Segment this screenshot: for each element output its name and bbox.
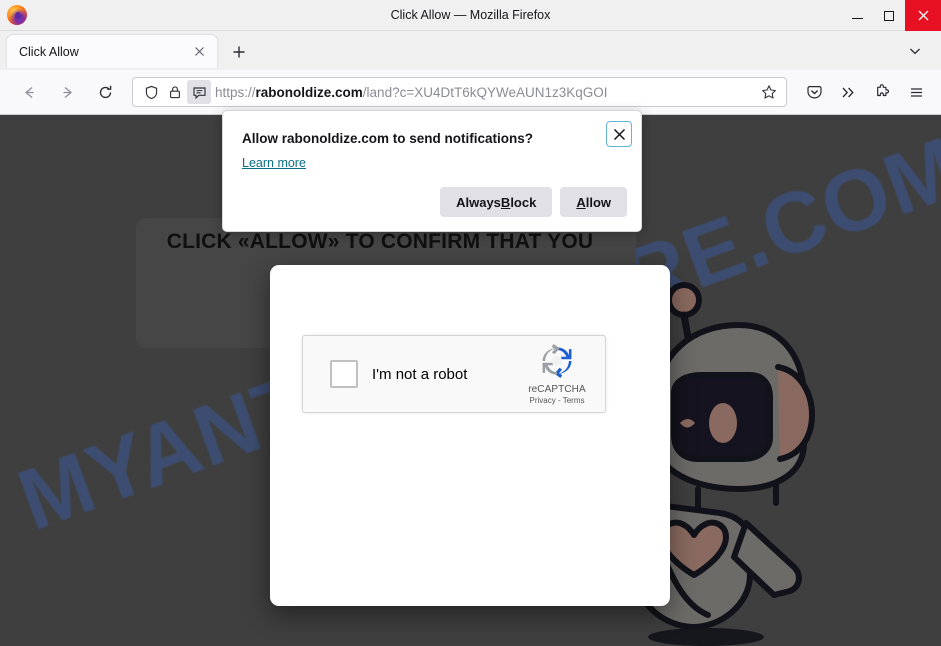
notification-popup-title: Allow rabonoldize.com to send notificati… xyxy=(242,131,534,146)
tab-title: Click Allow xyxy=(19,44,79,59)
reload-icon xyxy=(99,85,111,98)
firefox-logo-icon xyxy=(6,4,28,26)
recaptcha-checkbox[interactable] xyxy=(330,360,358,388)
arrow-right-icon xyxy=(63,86,72,98)
close-window-button[interactable] xyxy=(905,0,941,31)
navigation-toolbar: https://rabonoldize.com/land?c=XU4DtT6kQ… xyxy=(0,70,941,115)
notification-popup-close-button[interactable] xyxy=(606,121,632,147)
title-bar: Click Allow — Mozilla Firefox xyxy=(0,0,941,31)
recaptcha-logo-icon xyxy=(542,344,572,378)
url-text[interactable]: https://rabonoldize.com/land?c=XU4DtT6kQ… xyxy=(215,85,756,100)
browser-window: Click Allow — Mozilla Firefox Click Allo… xyxy=(0,0,941,646)
url-host: rabonoldize.com xyxy=(255,84,363,100)
new-tab-button[interactable] xyxy=(224,37,254,67)
recaptcha-label: I'm not a robot xyxy=(372,365,468,383)
list-all-tabs-button[interactable] xyxy=(901,37,929,65)
notification-popup-actions: Always Block Allow xyxy=(440,187,627,217)
page-headline: CLICK «ALLOW» TO CONFIRM THAT YOU xyxy=(166,230,594,253)
notification-permission-icon[interactable] xyxy=(187,80,211,104)
close-icon xyxy=(918,10,928,21)
arrow-left-icon xyxy=(24,86,33,98)
url-path: /land?c=XU4DtT6kQYWeAUN1z3KqGOI xyxy=(362,84,608,100)
overflow-icon[interactable] xyxy=(831,76,865,108)
recaptcha-brand-name: reCAPTCHA xyxy=(528,384,586,395)
lock-icon[interactable] xyxy=(163,80,187,104)
window-controls xyxy=(841,0,941,31)
notification-permission-popup: Allow rabonoldize.com to send notificati… xyxy=(222,110,642,232)
recaptcha-separator: - xyxy=(555,396,563,405)
allow-button[interactable]: Allow xyxy=(560,187,627,217)
always-block-button[interactable]: Always Block xyxy=(440,187,553,217)
allow-accel: A xyxy=(576,194,586,210)
bookmark-star-icon[interactable] xyxy=(756,80,782,104)
shield-icon[interactable] xyxy=(139,80,163,104)
learn-more-link[interactable]: Learn more xyxy=(242,156,306,170)
close-icon xyxy=(613,128,625,140)
recaptcha-privacy-link[interactable]: Privacy xyxy=(530,396,556,405)
url-scheme: https:// xyxy=(215,84,256,100)
tab-strip: Click Allow xyxy=(0,31,941,70)
recaptcha-links[interactable]: Privacy - Terms xyxy=(519,396,595,405)
pocket-icon[interactable] xyxy=(797,76,831,108)
url-bar[interactable]: https://rabonoldize.com/land?c=XU4DtT6kQ… xyxy=(132,77,787,107)
always-block-accel: B xyxy=(500,194,511,210)
app-menu-icon[interactable] xyxy=(899,76,933,108)
chevron-down-icon xyxy=(910,48,920,55)
forward-button[interactable] xyxy=(50,76,84,108)
minimize-button[interactable] xyxy=(841,0,873,31)
captcha-modal: I'm not a robot reCAPTCHA Privacy - Term… xyxy=(270,265,670,606)
maximize-button[interactable] xyxy=(873,0,905,31)
tab-click-allow[interactable]: Click Allow xyxy=(6,34,218,68)
toolbar-right-buttons xyxy=(797,76,941,108)
always-block-suffix: lock xyxy=(510,194,537,210)
reload-button[interactable] xyxy=(88,76,122,108)
recaptcha-branding: reCAPTCHA Privacy - Terms xyxy=(519,344,595,405)
always-block-prefix: Always xyxy=(456,194,501,210)
tab-close-icon[interactable] xyxy=(189,42,209,62)
allow-suffix: llow xyxy=(585,194,611,210)
recaptcha-terms-link[interactable]: Terms xyxy=(563,396,585,405)
back-button[interactable] xyxy=(12,76,46,108)
recaptcha-widget[interactable]: I'm not a robot reCAPTCHA Privacy - Term… xyxy=(302,335,606,413)
window-title: Click Allow — Mozilla Firefox xyxy=(390,7,551,22)
plus-icon xyxy=(233,46,245,58)
extensions-icon[interactable] xyxy=(865,76,899,108)
